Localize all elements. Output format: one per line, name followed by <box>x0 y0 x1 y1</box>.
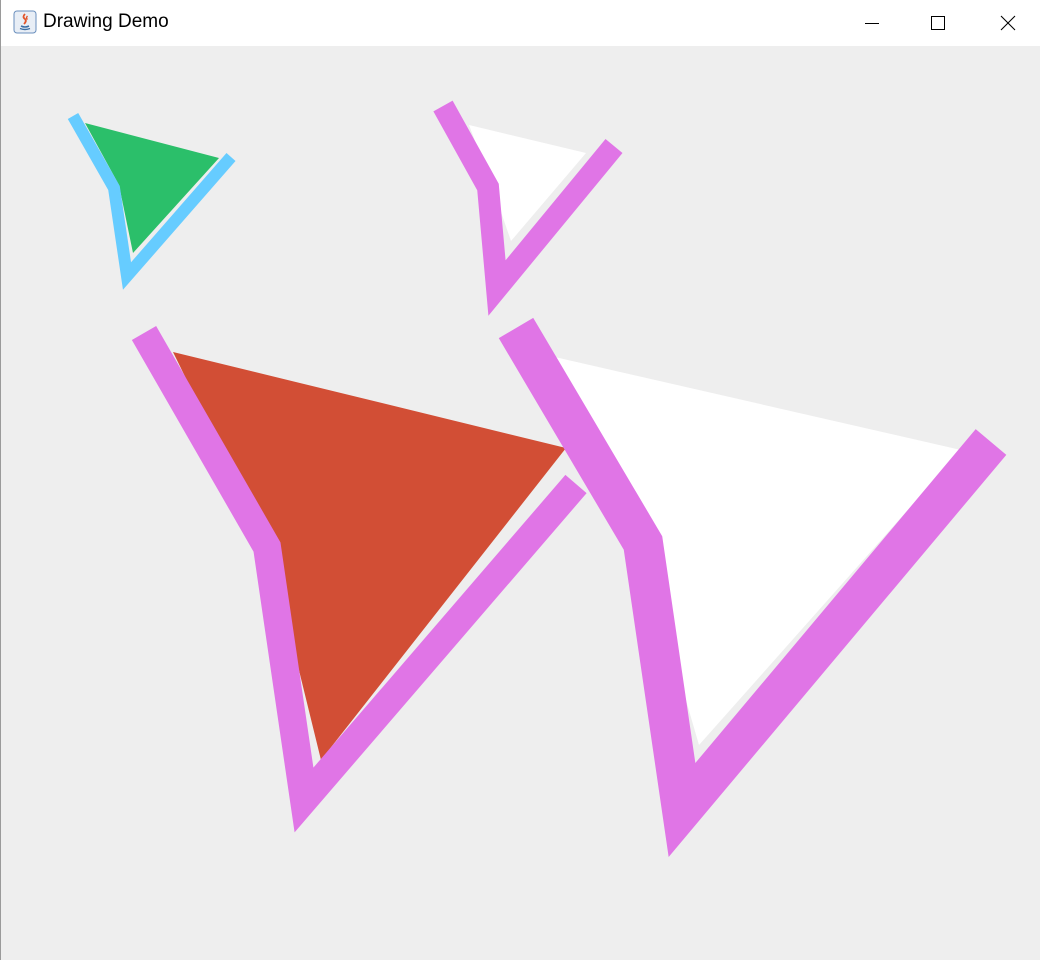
java-app-icon <box>13 10 37 34</box>
small-green-shape <box>67 113 236 290</box>
close-icon <box>1000 15 1016 31</box>
app-window: Drawing Demo <box>0 0 1040 960</box>
maximize-button[interactable] <box>905 0 971 46</box>
minimize-icon <box>865 23 879 24</box>
close-button[interactable] <box>975 0 1040 46</box>
window-title: Drawing Demo <box>43 11 169 32</box>
maximize-icon <box>931 16 945 30</box>
title-bar[interactable]: Drawing Demo <box>1 0 1040 46</box>
drawing-canvas[interactable] <box>1 46 1040 960</box>
large-red-shape <box>131 326 587 833</box>
small-white-shape <box>433 100 623 316</box>
large-white-shape <box>498 317 1007 857</box>
minimize-button[interactable] <box>839 0 905 46</box>
